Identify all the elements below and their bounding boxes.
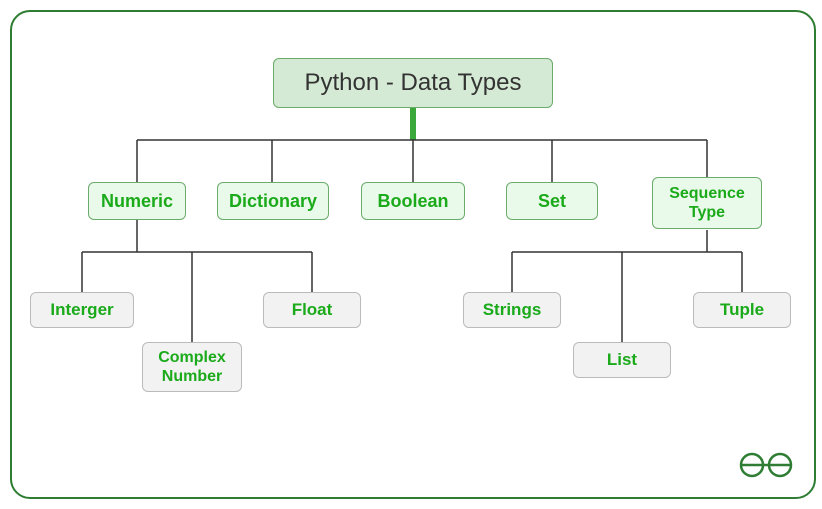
root-node: Python - Data Types (273, 58, 553, 108)
leaf-float-label: Float (292, 300, 333, 320)
category-numeric: Numeric (88, 182, 186, 220)
category-set-label: Set (538, 191, 566, 212)
category-sequence-label: Sequence Type (653, 184, 761, 222)
category-boolean: Boolean (361, 182, 465, 220)
diagram-frame: Python - Data Types Numeric Dictionary B… (10, 10, 816, 499)
leaf-complex-label: Complex Number (143, 348, 241, 386)
leaf-strings-label: Strings (483, 300, 542, 320)
leaf-list-label: List (607, 350, 637, 370)
category-dictionary-label: Dictionary (229, 191, 317, 212)
category-sequence: Sequence Type (652, 177, 762, 229)
leaf-complex: Complex Number (142, 342, 242, 392)
category-set: Set (506, 182, 598, 220)
geeksforgeeks-logo-icon (738, 450, 794, 485)
leaf-list: List (573, 342, 671, 378)
root-label: Python - Data Types (304, 69, 521, 97)
leaf-tuple: Tuple (693, 292, 791, 328)
category-numeric-label: Numeric (101, 191, 173, 212)
category-boolean-label: Boolean (377, 191, 448, 212)
leaf-strings: Strings (463, 292, 561, 328)
leaf-tuple-label: Tuple (720, 300, 764, 320)
category-dictionary: Dictionary (217, 182, 329, 220)
leaf-integer-label: Interger (50, 300, 113, 320)
leaf-integer: Interger (30, 292, 134, 328)
leaf-float: Float (263, 292, 361, 328)
